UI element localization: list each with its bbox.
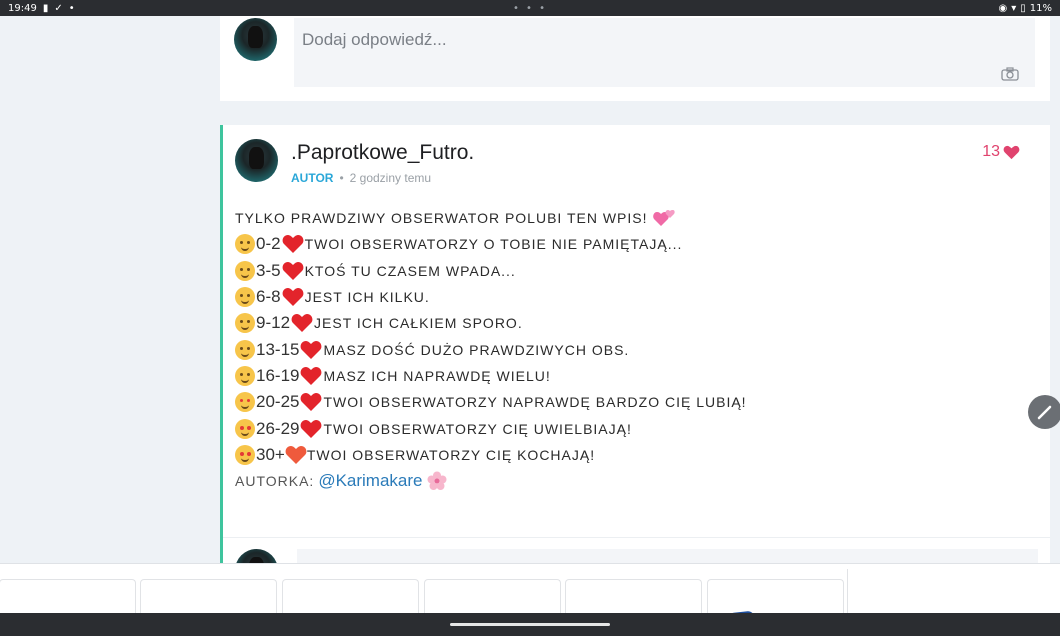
post-line: 30+ Twoi obserwatorzy cię kochają!	[235, 442, 935, 468]
window-dots: • • •	[512, 2, 548, 14]
status-time: 19:49	[8, 2, 37, 14]
meta-separator: •	[339, 171, 344, 185]
post-line-text: Jest ich kilku.	[304, 289, 430, 306]
dot-icon: •	[68, 2, 75, 14]
yum-face-icon	[235, 365, 255, 386]
post-line-text: Twoi obserwatorzy cię uwielbiają!	[323, 420, 632, 437]
author-mention-link[interactable]: @Karimakare	[318, 471, 422, 491]
post-line-text: Twoi obserwatorzy naprawdę bardzo cię lu…	[323, 394, 747, 411]
post-line-range: 6-8	[256, 287, 281, 307]
heart-icon	[1003, 145, 1020, 159]
cherry-blossom-icon	[427, 471, 446, 491]
pleading-face-icon	[235, 260, 255, 281]
post-line-text: Masz ich naprawdę wielu!	[323, 367, 551, 384]
post-line: 13-15 Masz dość dużo prawdziwych obs.	[235, 336, 935, 362]
smiling-face-icon	[235, 313, 255, 334]
post-line-range: 16-19	[256, 365, 300, 385]
post-line-text: Tylko prawdziwy obserwator polubi ten wp…	[235, 210, 648, 227]
eye-icon: ◉	[998, 2, 1008, 14]
check-icon: ✓	[54, 2, 63, 14]
post-body: Tylko prawdziwy obserwator polubi ten wp…	[235, 205, 935, 494]
heart-eyes-icon	[235, 444, 255, 465]
post-line: 26-29 Twoi obserwatorzy cię uwielbiają!	[235, 415, 935, 441]
star-struck-icon	[235, 392, 255, 413]
post-line-text: Jest ich całkiem sporo.	[314, 315, 523, 332]
wifi-icon: ▾	[1011, 2, 1017, 14]
post-line: 16-19 Masz ich naprawdę wielu!	[235, 363, 935, 389]
post-line-range: 13-15	[256, 339, 300, 359]
edit-fab-button[interactable]	[1028, 395, 1060, 429]
post-line: 20-25 Twoi obserwatorzy naprawdę bardzo …	[235, 389, 935, 415]
reply-card	[220, 16, 1050, 101]
pencil-icon	[1037, 405, 1052, 420]
red-heart-icon	[282, 288, 303, 307]
post-meta: AUTOR • 2 godziny temu	[291, 171, 431, 185]
post-line: Tylko prawdziwy obserwator polubi ten wp…	[235, 205, 935, 231]
post-line-text: Masz dość dużo prawdziwych obs.	[323, 341, 630, 358]
like-button[interactable]: 13	[982, 143, 1020, 161]
reply-input[interactable]	[302, 30, 902, 50]
like-count: 13	[982, 143, 1000, 160]
smiling-hearts-icon	[235, 418, 255, 439]
blush-face-icon	[235, 339, 255, 360]
post-line-text: Twoi obserwatorzy o tobie nie pamiętają.…	[304, 236, 683, 253]
avatar[interactable]	[234, 18, 277, 61]
battery-level: 11%	[1029, 2, 1052, 14]
red-heart-icon	[291, 314, 313, 333]
battery-icon: ▯	[1020, 2, 1026, 14]
author-label: Autorka:	[235, 473, 315, 490]
avatar[interactable]	[235, 139, 278, 182]
post-line: 6-8 Jest ich kilku.	[235, 284, 935, 310]
red-heart-icon	[301, 340, 322, 359]
post-line-range: 3-5	[256, 260, 281, 280]
post-line-range: 9-12	[256, 313, 291, 333]
orange-heart-icon	[285, 445, 307, 464]
red-heart-icon	[282, 261, 303, 280]
post-line-text: Ktoś tu czasem wpada...	[304, 262, 516, 279]
red-heart-icon	[282, 235, 303, 254]
post-author-line: Autorka: @Karimakare	[235, 468, 935, 494]
home-handle[interactable]	[450, 623, 610, 626]
post-line-range: 30+	[256, 444, 285, 464]
post-line: 9-12 Jest ich całkiem sporo.	[235, 310, 935, 336]
bottom-panel	[0, 563, 1060, 621]
red-heart-icon	[301, 393, 322, 412]
post-time: 2 godziny temu	[349, 171, 432, 185]
author-badge: AUTOR	[291, 171, 334, 185]
pensive-face-icon	[235, 234, 255, 255]
status-bar: 19:49 ▮ ✓ • • • • ◉ ▾ ▯ 11%	[0, 0, 1060, 16]
post-line-range: 26-29	[256, 418, 300, 438]
post-line: 0-2 Twoi obserwatorzy o tobie nie pamięt…	[235, 231, 935, 257]
post-username[interactable]: .Paprotkowe_Futro.	[291, 141, 474, 165]
two-hearts-icon	[652, 210, 675, 227]
red-heart-icon	[301, 366, 322, 385]
post-line-range: 0-2	[256, 234, 281, 254]
post-line: 3-5 Ktoś tu czasem wpada...	[235, 258, 935, 284]
divider	[223, 537, 1050, 538]
reply-box[interactable]	[297, 549, 1038, 563]
red-heart-icon	[301, 419, 322, 438]
relieved-face-icon	[235, 287, 255, 308]
camera-icon[interactable]	[1001, 67, 1019, 81]
sim-icon: ▮	[42, 2, 49, 14]
thumbnail-strip	[0, 569, 848, 621]
post-card: .Paprotkowe_Futro. AUTOR • 2 godziny tem…	[220, 125, 1060, 592]
reply-box[interactable]	[294, 18, 1035, 87]
post-line-text: Twoi obserwatorzy cię kochają!	[306, 446, 596, 463]
navigation-bar	[0, 613, 1060, 636]
post-line-range: 20-25	[256, 392, 300, 412]
